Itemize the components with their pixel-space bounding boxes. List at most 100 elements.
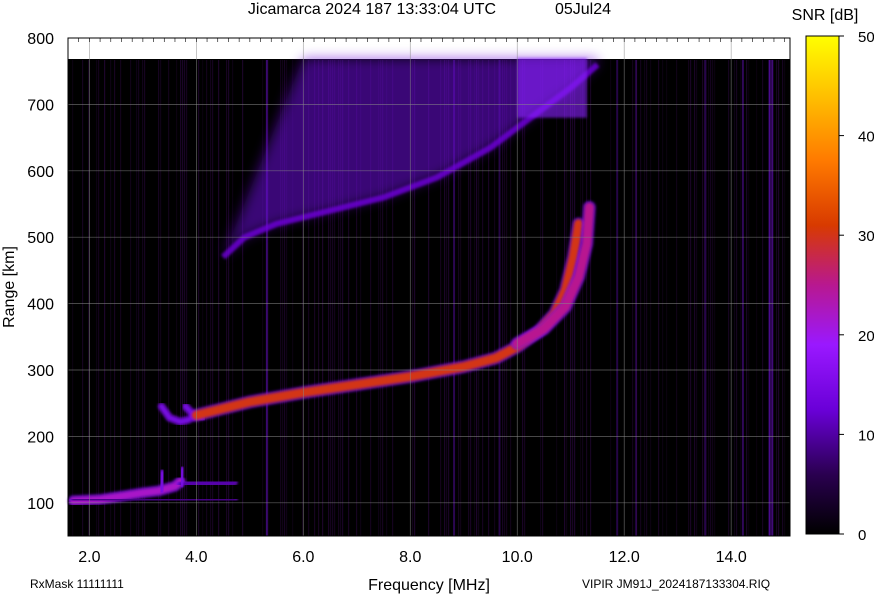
y-tick-label: 400: [27, 297, 54, 314]
noise-column: [580, 60, 582, 536]
noise-column: [228, 60, 230, 536]
colorbar-tick-label: 40: [858, 129, 874, 146]
noise-column: [658, 60, 660, 536]
noise-column: [120, 60, 122, 536]
noise-column: [632, 60, 634, 536]
noise-column: [736, 60, 738, 536]
noise-column: [740, 60, 742, 536]
x-axis-label: Frequency [MHz]: [368, 577, 490, 594]
noise-column: [268, 60, 270, 536]
noise-column: [110, 60, 112, 536]
x-tick-label: 14.0: [716, 549, 747, 566]
noise-column: [696, 60, 698, 536]
noise-column: [756, 60, 758, 536]
noise-column: [694, 60, 696, 536]
noise-column: [586, 60, 588, 536]
y-tick-label: 700: [27, 97, 54, 114]
interference-column: [265, 60, 268, 536]
noise-column: [640, 60, 642, 536]
y-tick-label: 200: [27, 429, 54, 446]
y-tick-label: 600: [27, 164, 54, 181]
noise-column: [702, 60, 704, 536]
noise-column: [218, 60, 220, 536]
colorbar-gradient: [805, 35, 840, 535]
noise-column: [262, 60, 264, 536]
noise-column: [714, 60, 716, 536]
noise-column: [136, 60, 138, 536]
noise-column: [690, 60, 692, 536]
noise-column: [198, 60, 200, 536]
chart-title: Jicamarca 2024 187 13:33:04 UTC: [248, 1, 496, 18]
noise-column: [610, 60, 612, 536]
noise-column: [662, 60, 664, 536]
colorbar-tick-label: 30: [858, 228, 874, 245]
noise-column: [72, 60, 74, 536]
noise-column: [232, 60, 234, 536]
noise-column: [590, 60, 592, 536]
noise-column: [688, 60, 690, 536]
noise-column: [176, 60, 178, 536]
noise-column: [160, 60, 162, 536]
trace-e-faint: [178, 480, 236, 487]
trace-e-cusp: [159, 470, 165, 492]
noise-column: [748, 60, 750, 536]
noise-column: [676, 60, 678, 536]
noise-column: [524, 60, 526, 536]
interference-column: [768, 60, 771, 536]
noise-column: [776, 60, 778, 536]
noise-column: [104, 60, 106, 536]
noise-column: [782, 60, 784, 536]
noise-column: [202, 60, 204, 536]
noise-column: [98, 60, 100, 536]
noise-column: [762, 60, 764, 536]
noise-column: [728, 60, 730, 536]
noise-column: [206, 60, 208, 536]
plot-area: [67, 37, 791, 537]
noise-column: [646, 60, 648, 536]
noise-column: [82, 60, 84, 536]
noise-column: [650, 60, 652, 536]
trace-e-faint: [71, 497, 236, 503]
noise-column: [158, 60, 160, 536]
y-axis-label: Range [km]: [1, 246, 18, 328]
colorbar-ticks: 0 10 20 30 40 50: [839, 29, 874, 544]
colorbar-tick-label: 10: [858, 427, 874, 444]
x-axis-ticks: 2.0 4.0 6.0 8.0 10.0 12.0 14.0: [78, 549, 747, 566]
noise-column: [210, 60, 212, 536]
noise-column: [180, 60, 182, 536]
colorbar-label: SNR [dB]: [792, 7, 859, 24]
interference-column: [616, 60, 619, 536]
interference-column: [771, 60, 774, 536]
x-tick-label: 6.0: [292, 549, 314, 566]
y-tick-label: 500: [27, 230, 54, 247]
y-axis-ticks: 100 200 300 400 500 600 700 800: [27, 31, 54, 513]
noise-column: [184, 60, 186, 536]
noise-column: [710, 60, 712, 536]
interference-column: [741, 60, 744, 536]
noise-column: [88, 60, 90, 536]
noise-column: [144, 60, 146, 536]
rx-mask-label: RxMask 11111111: [30, 577, 124, 591]
x-tick-label: 8.0: [399, 549, 421, 566]
spread-f-patch: [517, 57, 587, 118]
noise-column: [212, 60, 214, 536]
noise-column: [644, 60, 646, 536]
noise-column: [542, 60, 544, 536]
noise-column: [734, 60, 736, 536]
colorbar-tick-label: 20: [858, 328, 874, 345]
noise-column: [114, 60, 116, 536]
interference-column: [704, 60, 707, 536]
noise-column: [96, 60, 98, 536]
colorbar-tick-label: 0: [858, 527, 866, 544]
noise-column: [784, 60, 786, 536]
noise-column: [182, 60, 184, 536]
noise-column: [168, 60, 170, 536]
y-tick-label: 100: [27, 496, 54, 513]
noise-column: [242, 60, 244, 536]
noise-column: [226, 60, 228, 536]
y-tick-label: 800: [27, 31, 54, 48]
file-label: VIPIR JM91J_2024187133304.RIQ: [582, 577, 770, 591]
interference-column: [634, 60, 637, 536]
x-tick-label: 2.0: [78, 549, 100, 566]
noise-column: [666, 60, 668, 536]
